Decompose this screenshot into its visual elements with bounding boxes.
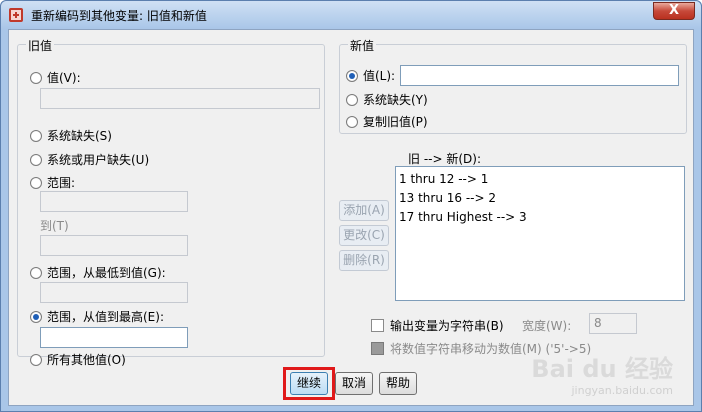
range-highest-input[interactable] xyxy=(40,327,188,348)
to-label: 到(T) xyxy=(40,219,69,233)
help-button[interactable]: 帮助 xyxy=(379,372,417,395)
old-value-group: 旧值 值(V): 系统缺失(S) 系统或用户缺失(U) 范围: 到(T) 范围，… xyxy=(17,37,325,367)
list-item[interactable]: 1 thru 12 --> 1 xyxy=(398,170,682,189)
radio-indicator xyxy=(346,93,358,106)
watermark-url: jingyan.baidu.com xyxy=(571,384,673,397)
radio-indicator xyxy=(30,176,42,189)
change-button[interactable]: 更改(C) xyxy=(339,225,389,246)
old-range-highest-radio[interactable]: 范围，从值到最高(E): xyxy=(30,308,164,325)
width-value: 8 xyxy=(594,316,602,330)
range-lowest-input[interactable] xyxy=(40,282,188,303)
copy-old-value-radio[interactable]: 复制旧值(P) xyxy=(346,113,428,130)
radio-indicator-selected xyxy=(30,310,42,323)
width-label: 宽度(W): xyxy=(522,319,572,333)
old-all-other-radio[interactable]: 所有其他值(O) xyxy=(30,351,126,368)
radio-indicator xyxy=(30,353,42,366)
checkbox-box xyxy=(371,342,384,355)
old-range-lowest-radio[interactable]: 范围，从最低到值(G): xyxy=(30,264,166,281)
old-value-input[interactable] xyxy=(40,88,320,109)
output-as-string-checkbox[interactable]: 输出变量为字符串(B) xyxy=(371,317,504,334)
old-value-title: 旧值 xyxy=(26,37,55,54)
new-value-radio[interactable]: 值(L): xyxy=(346,67,395,84)
dialog-body: 旧值 值(V): 系统缺失(S) 系统或用户缺失(U) 范围: 到(T) 范围，… xyxy=(8,29,694,406)
window-title: 重新编码到其他变量: 旧值和新值 xyxy=(31,9,207,23)
new-value-group: 新值 值(L): 系统缺失(Y) 复制旧值(P) xyxy=(339,37,687,134)
old-system-or-user-missing-radio[interactable]: 系统或用户缺失(U) xyxy=(30,151,149,168)
watermark-brand: Bai du 经验 xyxy=(531,355,673,383)
new-system-missing-radio[interactable]: 系统缺失(Y) xyxy=(346,91,428,108)
radio-indicator-selected xyxy=(346,69,358,82)
list-item[interactable]: 13 thru 16 --> 2 xyxy=(398,189,682,208)
cancel-button[interactable]: 取消 xyxy=(335,372,373,395)
new-value-title: 新值 xyxy=(348,37,377,54)
app-icon xyxy=(9,8,23,22)
dialog-window: 重新编码到其他变量: 旧值和新值 X 旧值 值(V): 系统缺失(S) 系统或用… xyxy=(0,0,702,412)
radio-indicator xyxy=(30,129,42,142)
watermark: Bai du 经验 jingyan.baidu.com xyxy=(531,349,673,397)
mapping-list[interactable]: 1 thru 12 --> 1 13 thru 16 --> 2 17 thru… xyxy=(395,166,685,301)
old-range-radio[interactable]: 范围: xyxy=(30,174,75,191)
range-to-input[interactable] xyxy=(40,235,188,256)
new-value-input[interactable] xyxy=(400,65,679,86)
checkbox-box xyxy=(371,319,384,332)
remove-button[interactable]: 删除(R) xyxy=(339,250,389,271)
title-bar[interactable]: 重新编码到其他变量: 旧值和新值 X xyxy=(1,1,701,29)
range-from-input[interactable] xyxy=(40,191,188,212)
radio-indicator xyxy=(346,115,358,128)
radio-indicator xyxy=(30,153,42,166)
list-item[interactable]: 17 thru Highest --> 3 xyxy=(398,208,682,227)
radio-indicator xyxy=(30,266,42,279)
close-button[interactable]: X xyxy=(653,2,695,20)
add-button[interactable]: 添加(A) xyxy=(339,200,389,221)
mapping-header: 旧 --> 新(D): xyxy=(408,152,481,166)
old-value-radio[interactable]: 值(V): xyxy=(30,69,81,86)
old-system-missing-radio[interactable]: 系统缺失(S) xyxy=(30,127,112,144)
width-input[interactable]: 8 xyxy=(589,313,637,334)
highlight-box xyxy=(283,367,335,400)
radio-indicator xyxy=(30,71,42,84)
